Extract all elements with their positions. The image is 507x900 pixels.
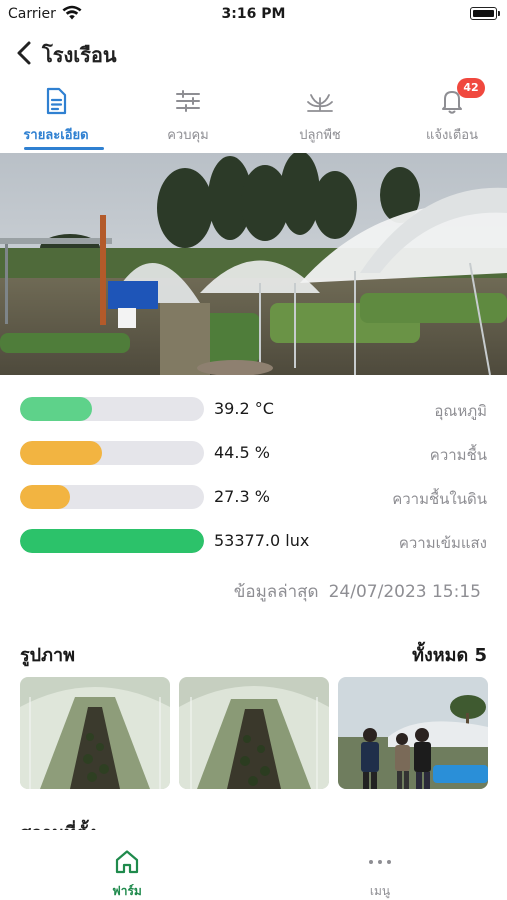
battery-icon xyxy=(470,7,500,20)
back-chevron-icon[interactable] xyxy=(14,40,36,66)
humidity-bar xyxy=(20,441,204,465)
light-bar-fill xyxy=(20,529,204,553)
humidity-value: 44.5 % xyxy=(214,443,270,462)
more-dots-icon xyxy=(369,860,391,864)
sensor-soil-moisture: 27.3 % ความชื้นในดิน xyxy=(0,481,507,511)
soil-moisture-label: ความชื้นในดิน xyxy=(392,490,487,508)
tab-bar: รายละเอียด ควบคุม ปลูกพืช 42 แจ้งเตือน xyxy=(0,78,507,152)
temperature-value: 39.2 °C xyxy=(214,399,274,418)
nav-bar: โรงเรือน xyxy=(0,30,507,74)
gallery-thumbnail[interactable] xyxy=(338,677,488,789)
document-icon xyxy=(46,87,67,115)
active-tab-indicator xyxy=(24,147,104,150)
sensor-light: 53377.0 lux ความเข้มแสง xyxy=(0,525,507,555)
bottom-tab-menu[interactable]: เมนู xyxy=(310,830,450,900)
gallery-title: รูปภาพ xyxy=(20,645,75,666)
sensor-temperature: 39.2 °C อุณหภูมิ xyxy=(0,393,507,423)
sliders-icon xyxy=(176,90,200,112)
status-bar: Carrier 3:16 PM xyxy=(0,0,507,30)
light-label: ความเข้มแสง xyxy=(398,534,487,552)
sprout-icon xyxy=(307,94,333,112)
tab-planting[interactable]: ปลูกพืช xyxy=(272,80,368,152)
humidity-bar-fill xyxy=(20,441,102,465)
temperature-bar xyxy=(20,397,204,421)
last-updated-label: ข้อมูลล่าสุด xyxy=(233,582,319,602)
soil-moisture-bar xyxy=(20,485,204,509)
greenhouse-photo xyxy=(0,153,507,375)
temperature-bar-fill xyxy=(20,397,92,421)
home-icon xyxy=(115,850,139,874)
tab-control[interactable]: ควบคุม xyxy=(140,80,236,152)
bottom-tab-bar: ฟาร์ม เมนู xyxy=(0,830,507,900)
tab-alerts-label: แจ้งเตือน xyxy=(426,128,478,143)
sensor-humidity: 44.5 % ความชื้น xyxy=(0,437,507,467)
gallery-thumbnail[interactable] xyxy=(20,677,170,789)
bottom-tab-menu-label: เมนู xyxy=(369,884,391,898)
alert-count-badge: 42 xyxy=(457,78,485,98)
clock: 3:16 PM xyxy=(221,6,286,22)
soil-moisture-value: 27.3 % xyxy=(214,487,270,506)
page-title: โรงเรือน xyxy=(42,43,117,67)
tab-alerts[interactable]: 42 แจ้งเตือน xyxy=(404,78,500,152)
tab-details-label: รายละเอียด xyxy=(23,128,89,143)
light-bar xyxy=(20,529,204,553)
gallery-header: รูปภาพ ทั้งหมด 5 xyxy=(20,640,487,666)
light-value: 53377.0 lux xyxy=(214,531,310,550)
bottom-tab-farm-label: ฟาร์ม xyxy=(112,884,142,898)
gallery-thumbnail[interactable] xyxy=(179,677,329,789)
temperature-label: อุณหภูมิ xyxy=(434,402,487,420)
bottom-tab-farm[interactable]: ฟาร์ม xyxy=(57,830,197,900)
soil-moisture-bar-fill xyxy=(20,485,71,509)
last-updated: ข้อมูลล่าสุด 24/07/2023 15:15 xyxy=(234,578,481,605)
last-updated-datetime: 24/07/2023 15:15 xyxy=(328,582,481,602)
humidity-label: ความชื้น xyxy=(429,446,487,464)
tab-planting-label: ปลูกพืช xyxy=(299,128,341,143)
tab-details[interactable]: รายละเอียด xyxy=(8,80,104,152)
gallery-see-all[interactable]: ทั้งหมด 5 xyxy=(412,640,487,669)
tab-control-label: ควบคุม xyxy=(167,128,209,143)
